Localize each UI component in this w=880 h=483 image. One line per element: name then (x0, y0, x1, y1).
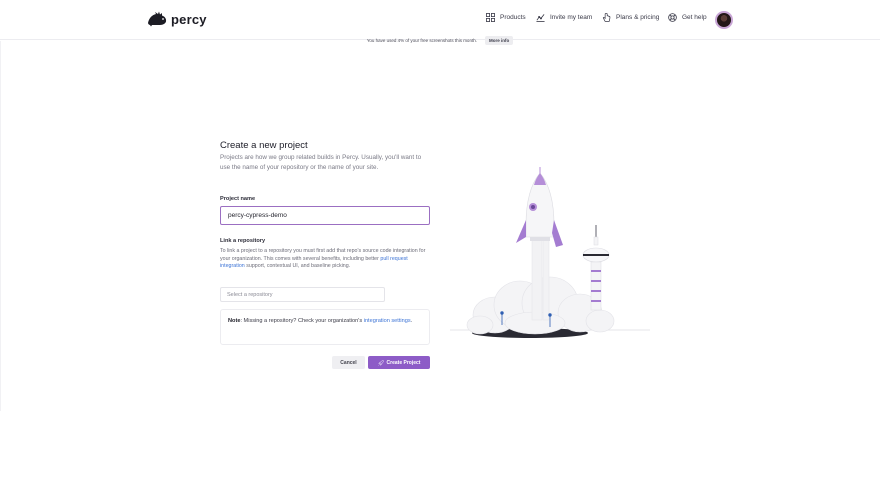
integration-settings-link[interactable]: integration settings (364, 318, 411, 324)
divider (0, 41, 1, 411)
nav-invite-label: Invite my team (550, 14, 593, 21)
more-info-button[interactable]: More info (484, 36, 514, 45)
link-repository-label: Link a repository (220, 238, 266, 244)
page-title: Create a new project (220, 140, 308, 151)
link-repository-help: To link a project to a repository you mu… (220, 248, 428, 271)
nav-products-label: Products (500, 14, 526, 21)
usage-banner-text: You have used 4% of your free screenshot… (366, 38, 477, 43)
user-avatar[interactable] (715, 11, 733, 29)
create-project-button[interactable]: Create Project (368, 356, 430, 369)
hand-pointer-icon (602, 13, 611, 22)
note-end: . (410, 318, 413, 324)
lifebuoy-icon (668, 13, 677, 22)
top-header: percy Products Invite my team Plans & pr… (0, 0, 880, 40)
rocket-graphic (516, 167, 563, 247)
project-name-input[interactable] (220, 206, 430, 225)
percy-logo[interactable]: percy (147, 11, 207, 27)
rocket-launch-illustration (450, 167, 650, 338)
nav-plans-pricing[interactable]: Plans & pricing (602, 13, 659, 22)
nav-invite-team[interactable]: Invite my team (536, 13, 592, 22)
page-description: Projects are how we group related builds… (220, 154, 422, 171)
repository-select[interactable]: Select a repository (220, 287, 385, 302)
note-prefix: Note (228, 318, 241, 324)
porcupine-logo-icon (148, 11, 167, 27)
create-project-label: Create Project (386, 359, 421, 366)
usage-banner: You have used 4% of your free screenshot… (0, 36, 880, 45)
repository-select-placeholder: Select a repository (227, 291, 273, 298)
nav-plans-label: Plans & pricing (616, 14, 660, 21)
project-name-label: Project name (220, 196, 256, 202)
repo-help-text-2: support, contextual UI, and baseline pic… (244, 263, 351, 270)
nav-products[interactable]: Products (486, 13, 526, 22)
cancel-button[interactable]: Cancel (332, 356, 365, 369)
nav-get-help[interactable]: Get help (668, 13, 707, 22)
missing-repo-note: Note: Missing a repository? Check your o… (220, 309, 430, 345)
note-text: : Missing a repository? Check your organ… (240, 318, 364, 324)
rocket-icon (377, 359, 384, 366)
create-project-form: Create a new project Projects are how we… (220, 140, 430, 369)
nav-help-label: Get help (682, 14, 707, 21)
team-chart-icon (536, 14, 545, 22)
grid-icon (486, 13, 495, 22)
brand-name: percy (171, 11, 207, 27)
